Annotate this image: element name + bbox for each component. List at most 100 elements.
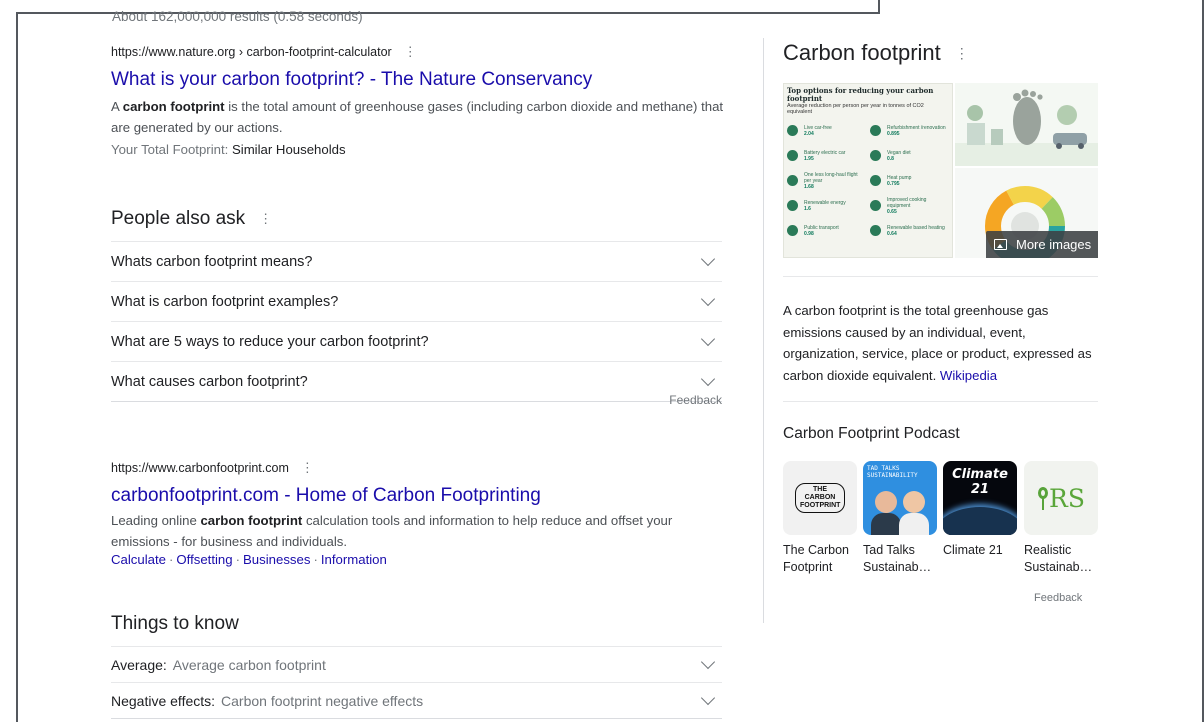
- paa-question[interactable]: What is carbon footprint examples?: [111, 281, 722, 321]
- result-url[interactable]: https://www.carbonfootprint.com: [111, 461, 289, 475]
- search-result-carbonfootprint: https://www.carbonfootprint.com ⋮ carbon…: [111, 460, 731, 567]
- infographic-item-label: Public transport: [804, 224, 839, 231]
- podcast-artwork: TAD TALKS SUSTAINABILITY: [863, 461, 937, 535]
- more-options-icon[interactable]: ⋮: [259, 211, 272, 227]
- recycle-icon: [787, 200, 798, 211]
- knowledge-panel-description: A carbon footprint is the total greenhou…: [783, 300, 1101, 386]
- paa-question-text: What are 5 ways to reduce your carbon fo…: [111, 333, 429, 350]
- more-options-icon[interactable]: ⋮: [301, 460, 314, 476]
- infographic-item-value: 1.68: [804, 183, 814, 190]
- more-options-icon[interactable]: ⋮: [955, 45, 969, 62]
- things-to-know-heading: Things to know: [111, 613, 239, 635]
- podcast-name: The Carbon Footprint: [783, 543, 850, 574]
- sitelink-businesses[interactable]: Businesses: [243, 552, 310, 567]
- infographic-item: Renewable based heating 0.64: [870, 219, 949, 242]
- infographic-item-value: 2.04: [804, 130, 814, 137]
- sitelink-calculate[interactable]: Calculate: [111, 552, 166, 567]
- podcast-art-text: THE CARBON FOOTPRINT: [795, 483, 845, 513]
- house-icon: [870, 125, 881, 136]
- infographic-item: Live car-free 2.04: [787, 119, 866, 142]
- things-to-know: Average: Average carbon footprint Negativ…: [111, 646, 722, 719]
- things-to-know-title: Things to know: [111, 613, 239, 634]
- result-title-link[interactable]: What is your carbon footprint? - The Nat…: [111, 68, 731, 92]
- emissions-donut-image[interactable]: More images: [955, 168, 1098, 258]
- result-snippet: A carbon footprint is the total amount o…: [111, 96, 731, 138]
- infographic-item-label: Battery electric car: [804, 149, 846, 156]
- knowledge-panel-feedback-link[interactable]: Feedback: [1034, 592, 1082, 604]
- infographic-image[interactable]: Top options for reducing your carbon foo…: [783, 83, 953, 258]
- host-body: [871, 513, 901, 535]
- infographic-item-value: 0.64: [887, 230, 897, 237]
- earth-horizon: [943, 507, 1017, 535]
- infographic-item-label: One less long-haul flight per year: [804, 171, 858, 184]
- infographic-subheading: Average reduction per person per year in…: [787, 103, 924, 115]
- knowledge-panel-divider: [783, 401, 1098, 402]
- snippet-text: Leading online: [111, 513, 201, 528]
- knowledge-panel-divider: [783, 276, 1098, 277]
- infographic-item-value: 0.8: [887, 155, 894, 162]
- snippet-bold: carbon footprint: [122, 99, 225, 114]
- podcast-card[interactable]: RS Realistic Sustainab…: [1024, 461, 1098, 576]
- host-avatar: [903, 491, 925, 513]
- host-avatar: [875, 491, 897, 513]
- infographic-item-label: Renewable energy: [804, 199, 846, 206]
- infographic-item-label: Vegan diet: [887, 149, 911, 156]
- sitelinks: Calculate · Offsetting · Businesses · Informat…: [111, 552, 731, 567]
- chevron-down-icon: [700, 331, 716, 347]
- electric-car-icon: [787, 150, 798, 161]
- infographic-item-value: 0.65: [887, 208, 897, 215]
- podcast-art-text: TAD TALKS SUSTAINABILITY: [867, 465, 918, 479]
- infographic-item: Improved cooking equipment 0.65: [870, 194, 949, 217]
- things-to-know-item[interactable]: Negative effects: Carbon footprint negati…: [111, 682, 722, 718]
- wikipedia-link[interactable]: Wikipedia: [940, 368, 997, 383]
- description-text: A carbon footprint is the total greenhou…: [783, 303, 1092, 383]
- result-cite: https://www.carbonfootprint.com ⋮: [111, 460, 731, 476]
- infographic-item-value: 0.98: [804, 230, 814, 237]
- infographic-item-label: Live car-free: [804, 124, 832, 131]
- paa-question[interactable]: Whats carbon footprint means?: [111, 241, 722, 281]
- paa-question-text: What is carbon footprint examples?: [111, 293, 339, 310]
- things-to-know-item[interactable]: Average: Average carbon footprint: [111, 646, 722, 682]
- infographic-item: Heat pump 0.795: [870, 169, 949, 192]
- infographic-item: Renewable energy 1.6: [787, 194, 866, 217]
- ttk-value: Average carbon footprint: [172, 656, 326, 673]
- podcast-art-text: RS: [1049, 483, 1085, 513]
- podcast-card[interactable]: Climate 21 Climate 21: [943, 461, 1017, 559]
- paa-feedback-link[interactable]: Feedback: [111, 393, 722, 407]
- podcast-card[interactable]: TAD TALKS SUSTAINABILITY Tad Talks Susta…: [863, 461, 937, 576]
- result-stats: About 162,000,000 results (0.58 seconds): [112, 9, 363, 24]
- cooking-icon: [870, 200, 881, 211]
- sitelink-separator: ·: [168, 552, 174, 567]
- footprint-illustration-image[interactable]: [955, 83, 1098, 166]
- infographic-grid: Live car-free 2.04 Refurbishment /renovat…: [784, 115, 952, 246]
- infographic-item-label: Improved cooking equipment: [887, 196, 927, 209]
- result-url[interactable]: https://www.nature.org › carbon-footprin…: [111, 45, 392, 59]
- more-options-icon[interactable]: ⋮: [404, 44, 417, 60]
- heat-pump-icon: [870, 175, 881, 186]
- result-title-link[interactable]: carbonfootprint.com - Home of Carbon Foo…: [111, 484, 731, 508]
- result-snippet: Leading online carbon footprint calculat…: [111, 510, 731, 552]
- paa-title: People also ask: [111, 208, 246, 229]
- sitelink-offsetting[interactable]: Offsetting: [176, 552, 232, 567]
- knowledge-panel-heading: Carbon footprint ⋮: [783, 40, 969, 66]
- search-result-nature: https://www.nature.org › carbon-footprin…: [111, 44, 731, 157]
- sitelink-separator: ·: [313, 552, 318, 567]
- ttk-divider: [111, 718, 722, 719]
- infographic-item-value: 1.6: [804, 205, 811, 212]
- podcast-artwork: RS: [1024, 461, 1098, 535]
- chevron-down-icon: [700, 654, 716, 670]
- sitelink-information[interactable]: Information: [321, 552, 387, 567]
- podcast-art-text: Climate 21: [952, 467, 1008, 497]
- image-icon: [994, 239, 1007, 250]
- ttk-label: Average:: [111, 656, 167, 673]
- podcast-card[interactable]: THE CARBON FOOTPRINT The Carbon Footprin…: [783, 461, 857, 576]
- snippet-text: A: [111, 99, 123, 114]
- podcast-name: Realistic Sustainab…: [1024, 543, 1093, 574]
- paa-question[interactable]: What are 5 ways to reduce your carbon fo…: [111, 321, 722, 361]
- chevron-down-icon: [700, 291, 716, 307]
- result-extra: Your Total Footprint: Similar Households: [111, 142, 731, 157]
- infographic-item-label: Heat pump: [887, 174, 912, 181]
- more-images-button[interactable]: More images: [986, 231, 1098, 258]
- chevron-down-icon: [700, 251, 716, 267]
- infographic-item-label: Renewable based heating: [887, 224, 945, 231]
